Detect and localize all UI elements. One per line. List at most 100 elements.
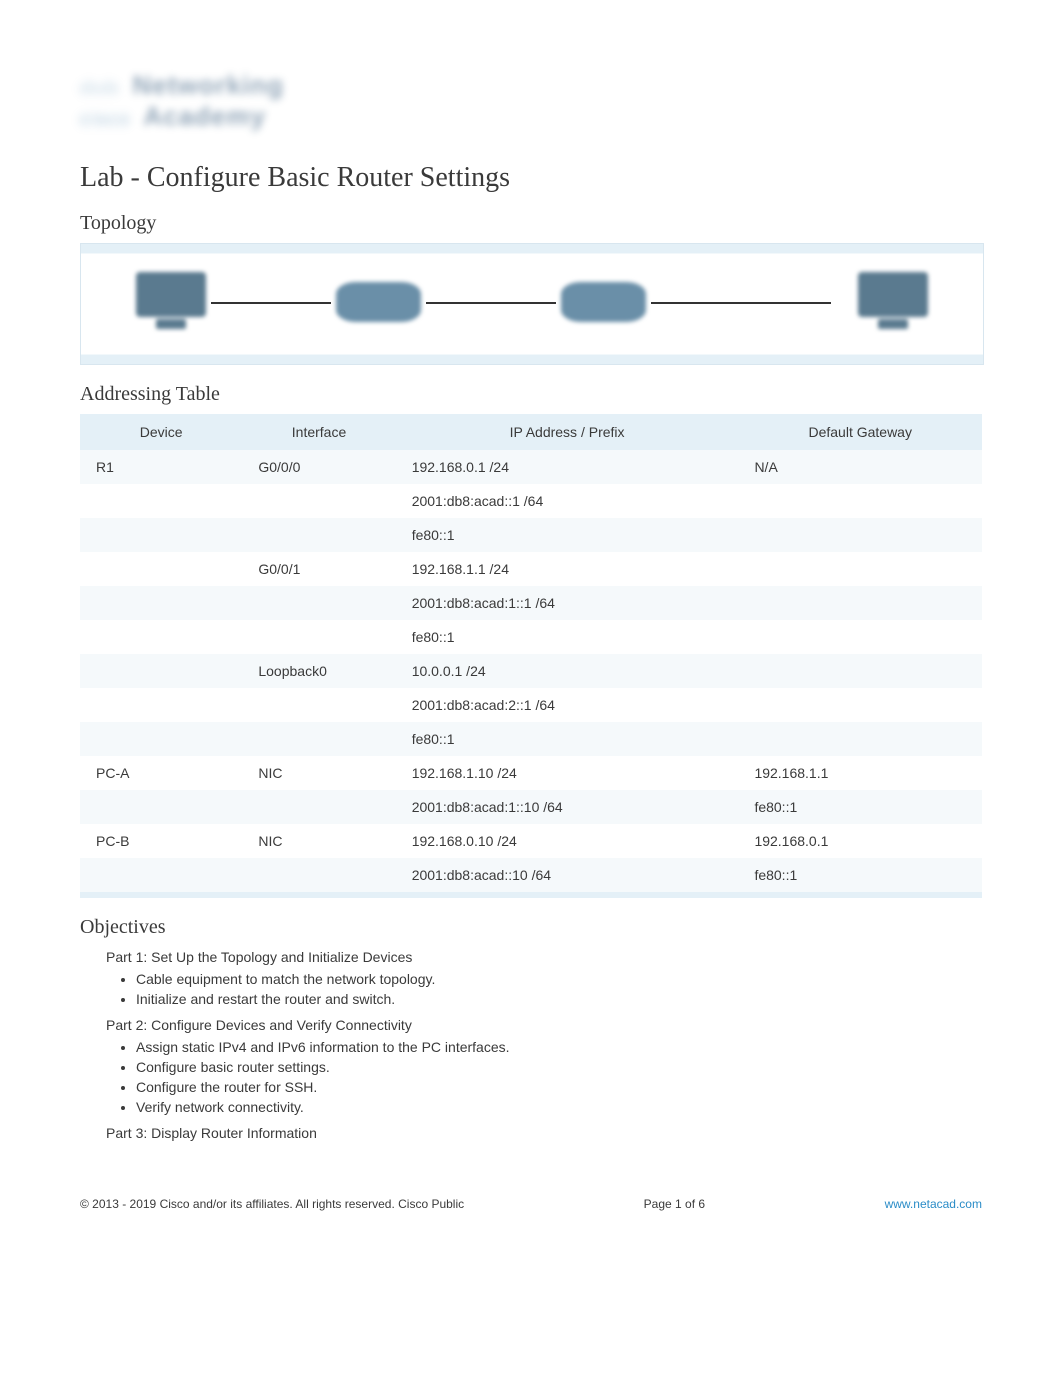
cell-gw xyxy=(738,484,982,518)
cell-iface xyxy=(242,586,395,620)
footer-link[interactable]: www.netacad.com xyxy=(885,1197,982,1211)
th-gateway: Default Gateway xyxy=(738,414,982,450)
pc-a-icon xyxy=(858,272,928,317)
table-row: PC-BNIC192.168.0.10 /24192.168.0.1 xyxy=(80,824,982,858)
list-item: Assign static IPv4 and IPv6 information … xyxy=(136,1039,982,1055)
topology-diagram xyxy=(80,243,984,365)
cell-ip: 2001:db8:acad::10 /64 xyxy=(396,858,739,895)
cell-ip: 192.168.0.1 /24 xyxy=(396,450,739,484)
table-row: fe80::1 xyxy=(80,518,982,552)
cell-device xyxy=(80,552,242,586)
cell-iface xyxy=(242,620,395,654)
topology-heading: Topology xyxy=(80,212,982,235)
part2-title: Part 2: Configure Devices and Verify Con… xyxy=(106,1017,982,1033)
cell-gw xyxy=(738,552,982,586)
table-row: 2001:db8:acad::1 /64 xyxy=(80,484,982,518)
cell-gw: fe80::1 xyxy=(738,790,982,824)
brand-bars-icon: ılıılı xyxy=(80,78,120,99)
cell-iface xyxy=(242,518,395,552)
cell-device xyxy=(80,620,242,654)
cell-ip: 2001:db8:acad::1 /64 xyxy=(396,484,739,518)
cell-iface: NIC xyxy=(242,756,395,790)
cell-device xyxy=(80,654,242,688)
cell-device xyxy=(80,688,242,722)
table-row: 2001:db8:acad:2::1 /64 xyxy=(80,688,982,722)
list-item: Configure the router for SSH. xyxy=(136,1079,982,1095)
table-row: 2001:db8:acad:1::10 /64fe80::1 xyxy=(80,790,982,824)
page-title: Lab - Configure Basic Router Settings xyxy=(80,162,982,194)
cell-iface: G0/0/0 xyxy=(242,450,395,484)
brand-text-icon: cisco xyxy=(80,109,131,130)
cell-ip: 2001:db8:acad:2::1 /64 xyxy=(396,688,739,722)
table-row: 2001:db8:acad::10 /64fe80::1 xyxy=(80,858,982,895)
cell-gw xyxy=(738,518,982,552)
cell-gw xyxy=(738,654,982,688)
switch-icon xyxy=(561,282,646,322)
cell-ip: 2001:db8:acad:1::1 /64 xyxy=(396,586,739,620)
cell-gw xyxy=(738,620,982,654)
cell-iface xyxy=(242,858,395,895)
cell-gw xyxy=(738,722,982,756)
cell-iface xyxy=(242,790,395,824)
cell-gw: N/A xyxy=(738,450,982,484)
cell-iface: Loopback0 xyxy=(242,654,395,688)
table-row: 2001:db8:acad:1::1 /64 xyxy=(80,586,982,620)
th-interface: Interface xyxy=(242,414,395,450)
part3-title: Part 3: Display Router Information xyxy=(106,1125,982,1141)
table-row: Loopback010.0.0.1 /24 xyxy=(80,654,982,688)
cell-ip: 10.0.0.1 /24 xyxy=(396,654,739,688)
cell-device xyxy=(80,484,242,518)
part1-title: Part 1: Set Up the Topology and Initiali… xyxy=(106,949,982,965)
cell-device xyxy=(80,518,242,552)
cable-icon xyxy=(211,302,331,304)
logo-line2: Academy xyxy=(143,101,266,131)
router-icon xyxy=(336,282,421,322)
cell-device xyxy=(80,790,242,824)
list-item: Initialize and restart the router and sw… xyxy=(136,991,982,1007)
cell-device xyxy=(80,586,242,620)
table-row: fe80::1 xyxy=(80,620,982,654)
list-item: Configure basic router settings. xyxy=(136,1059,982,1075)
cable-icon xyxy=(426,302,556,304)
addressing-table: Device Interface IP Address / Prefix Def… xyxy=(80,414,982,898)
list-item: Cable equipment to match the network top… xyxy=(136,971,982,987)
logo: ılıılı Networking cisco Academy xyxy=(80,70,982,132)
cell-iface xyxy=(242,484,395,518)
footer-page: Page 1 of 6 xyxy=(644,1197,705,1211)
th-device: Device xyxy=(80,414,242,450)
logo-line1: Networking xyxy=(132,70,284,100)
cell-gw: fe80::1 xyxy=(738,858,982,895)
cell-gw: 192.168.1.1 xyxy=(738,756,982,790)
objectives-heading: Objectives xyxy=(80,916,982,939)
cell-device xyxy=(80,858,242,895)
cell-device xyxy=(80,722,242,756)
cell-ip: 192.168.1.10 /24 xyxy=(396,756,739,790)
addressing-heading: Addressing Table xyxy=(80,383,982,406)
cell-ip: fe80::1 xyxy=(396,620,739,654)
cell-iface xyxy=(242,722,395,756)
cell-device: R1 xyxy=(80,450,242,484)
cell-ip: 192.168.1.1 /24 xyxy=(396,552,739,586)
cable-icon xyxy=(651,302,831,304)
cell-ip: 192.168.0.10 /24 xyxy=(396,824,739,858)
cell-iface: NIC xyxy=(242,824,395,858)
table-row: R1G0/0/0192.168.0.1 /24N/A xyxy=(80,450,982,484)
cell-ip: fe80::1 xyxy=(396,722,739,756)
list-item: Verify network connectivity. xyxy=(136,1099,982,1115)
footer-copyright: © 2013 - 2019 Cisco and/or its affiliate… xyxy=(80,1197,464,1211)
pc-b-icon xyxy=(136,272,206,317)
part1-list: Cable equipment to match the network top… xyxy=(106,971,982,1007)
th-ip: IP Address / Prefix xyxy=(396,414,739,450)
cell-ip: 2001:db8:acad:1::10 /64 xyxy=(396,790,739,824)
cell-gw: 192.168.0.1 xyxy=(738,824,982,858)
cell-iface xyxy=(242,688,395,722)
footer: © 2013 - 2019 Cisco and/or its affiliate… xyxy=(80,1197,982,1211)
cell-ip: fe80::1 xyxy=(396,518,739,552)
table-row: fe80::1 xyxy=(80,722,982,756)
table-row: PC-ANIC192.168.1.10 /24192.168.1.1 xyxy=(80,756,982,790)
part2-list: Assign static IPv4 and IPv6 information … xyxy=(106,1039,982,1115)
cell-gw xyxy=(738,688,982,722)
cell-gw xyxy=(738,586,982,620)
table-row: G0/0/1192.168.1.1 /24 xyxy=(80,552,982,586)
cell-iface: G0/0/1 xyxy=(242,552,395,586)
